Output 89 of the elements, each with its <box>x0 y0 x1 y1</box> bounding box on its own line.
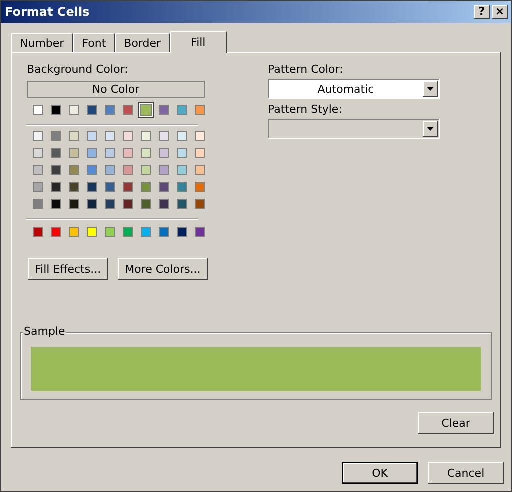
color-swatch[interactable] <box>66 179 82 195</box>
color-swatch[interactable] <box>102 145 118 161</box>
color-swatch[interactable] <box>120 102 136 118</box>
color-swatch[interactable] <box>120 179 136 195</box>
field-label: Pattern Style: <box>268 103 344 116</box>
color-swatch[interactable] <box>156 162 172 178</box>
color-swatch[interactable] <box>84 128 100 144</box>
color-swatch[interactable] <box>156 102 172 118</box>
color-swatch[interactable] <box>138 102 154 118</box>
color-swatch[interactable] <box>120 196 136 212</box>
color-swatch[interactable] <box>120 224 136 240</box>
color-swatch[interactable] <box>48 179 64 195</box>
color-swatch[interactable] <box>156 196 172 212</box>
color-swatch[interactable] <box>30 102 46 118</box>
color-swatch[interactable] <box>30 224 46 240</box>
color-swatch[interactable] <box>48 162 64 178</box>
color-swatch[interactable] <box>84 179 100 195</box>
color-swatch[interactable] <box>84 196 100 212</box>
color-swatch[interactable] <box>30 196 46 212</box>
no-color-button[interactable]: No Color <box>27 81 205 98</box>
color-swatch[interactable] <box>138 162 154 178</box>
color-swatch[interactable] <box>30 128 46 144</box>
field-label: Background Color: <box>27 63 130 76</box>
color-swatch[interactable] <box>84 145 100 161</box>
pattern-style-dropdown[interactable] <box>268 119 440 139</box>
color-swatch[interactable] <box>138 224 154 240</box>
color-swatch[interactable] <box>192 179 208 195</box>
color-swatch[interactable] <box>30 179 46 195</box>
color-swatch[interactable] <box>192 145 208 161</box>
color-swatch[interactable] <box>102 179 118 195</box>
color-swatch[interactable] <box>120 128 136 144</box>
dialog-button[interactable]: Cancel <box>428 462 504 484</box>
color-swatch[interactable] <box>102 128 118 144</box>
tab[interactable]: Font <box>73 33 116 52</box>
color-swatch[interactable] <box>192 102 208 118</box>
color-swatch[interactable] <box>84 162 100 178</box>
color-swatch[interactable] <box>156 145 172 161</box>
color-swatch[interactable] <box>174 162 190 178</box>
color-swatch[interactable] <box>156 179 172 195</box>
color-swatch[interactable] <box>120 145 136 161</box>
color-swatch[interactable] <box>138 179 154 195</box>
tab[interactable]: Fill <box>170 31 227 53</box>
color-swatch[interactable] <box>48 224 64 240</box>
color-swatch[interactable] <box>66 196 82 212</box>
color-swatch[interactable] <box>174 179 190 195</box>
color-swatch[interactable] <box>174 145 190 161</box>
window-title: Format Cells <box>5 5 90 19</box>
color-swatch[interactable] <box>84 224 100 240</box>
color-swatch[interactable] <box>192 128 208 144</box>
color-swatch[interactable] <box>48 102 64 118</box>
color-swatch[interactable] <box>174 224 190 240</box>
color-swatch[interactable] <box>156 224 172 240</box>
color-swatch[interactable] <box>156 128 172 144</box>
color-swatch[interactable] <box>66 102 82 118</box>
color-swatch[interactable] <box>30 162 46 178</box>
color-swatch[interactable] <box>66 128 82 144</box>
color-swatch[interactable] <box>192 196 208 212</box>
color-swatch[interactable] <box>174 196 190 212</box>
color-swatch[interactable] <box>174 102 190 118</box>
color-swatch[interactable] <box>30 145 46 161</box>
group-label: Sample <box>23 325 66 338</box>
color-swatch[interactable] <box>48 145 64 161</box>
color-swatch[interactable] <box>102 224 118 240</box>
color-swatch[interactable] <box>138 128 154 144</box>
clear-button[interactable]: Clear <box>418 412 494 434</box>
color-swatch[interactable] <box>66 224 82 240</box>
color-swatch[interactable] <box>192 162 208 178</box>
close-button[interactable]: × <box>492 5 508 19</box>
color-swatch[interactable] <box>102 162 118 178</box>
color-swatch[interactable] <box>138 145 154 161</box>
tab[interactable]: Number <box>11 33 74 52</box>
color-swatch[interactable] <box>102 102 118 118</box>
pattern-color-dropdown[interactable]: Automatic <box>268 79 440 99</box>
dialog-button[interactable]: OK <box>342 462 418 484</box>
color-swatch[interactable] <box>138 196 154 212</box>
color-swatch[interactable] <box>84 102 100 118</box>
field-label: Pattern Color: <box>268 63 344 76</box>
dialog-button[interactable]: Fill Effects... <box>28 258 108 280</box>
color-swatch[interactable] <box>66 145 82 161</box>
color-swatch[interactable] <box>174 128 190 144</box>
color-swatch[interactable] <box>120 162 136 178</box>
color-swatch[interactable] <box>48 196 64 212</box>
tab[interactable]: Border <box>115 33 170 52</box>
dialog-button[interactable]: More Colors... <box>118 258 208 280</box>
color-swatch[interactable] <box>48 128 64 144</box>
color-swatch[interactable] <box>66 162 82 178</box>
help-button[interactable]: ? <box>474 5 490 19</box>
color-swatch[interactable] <box>192 224 208 240</box>
color-swatch[interactable] <box>102 196 118 212</box>
